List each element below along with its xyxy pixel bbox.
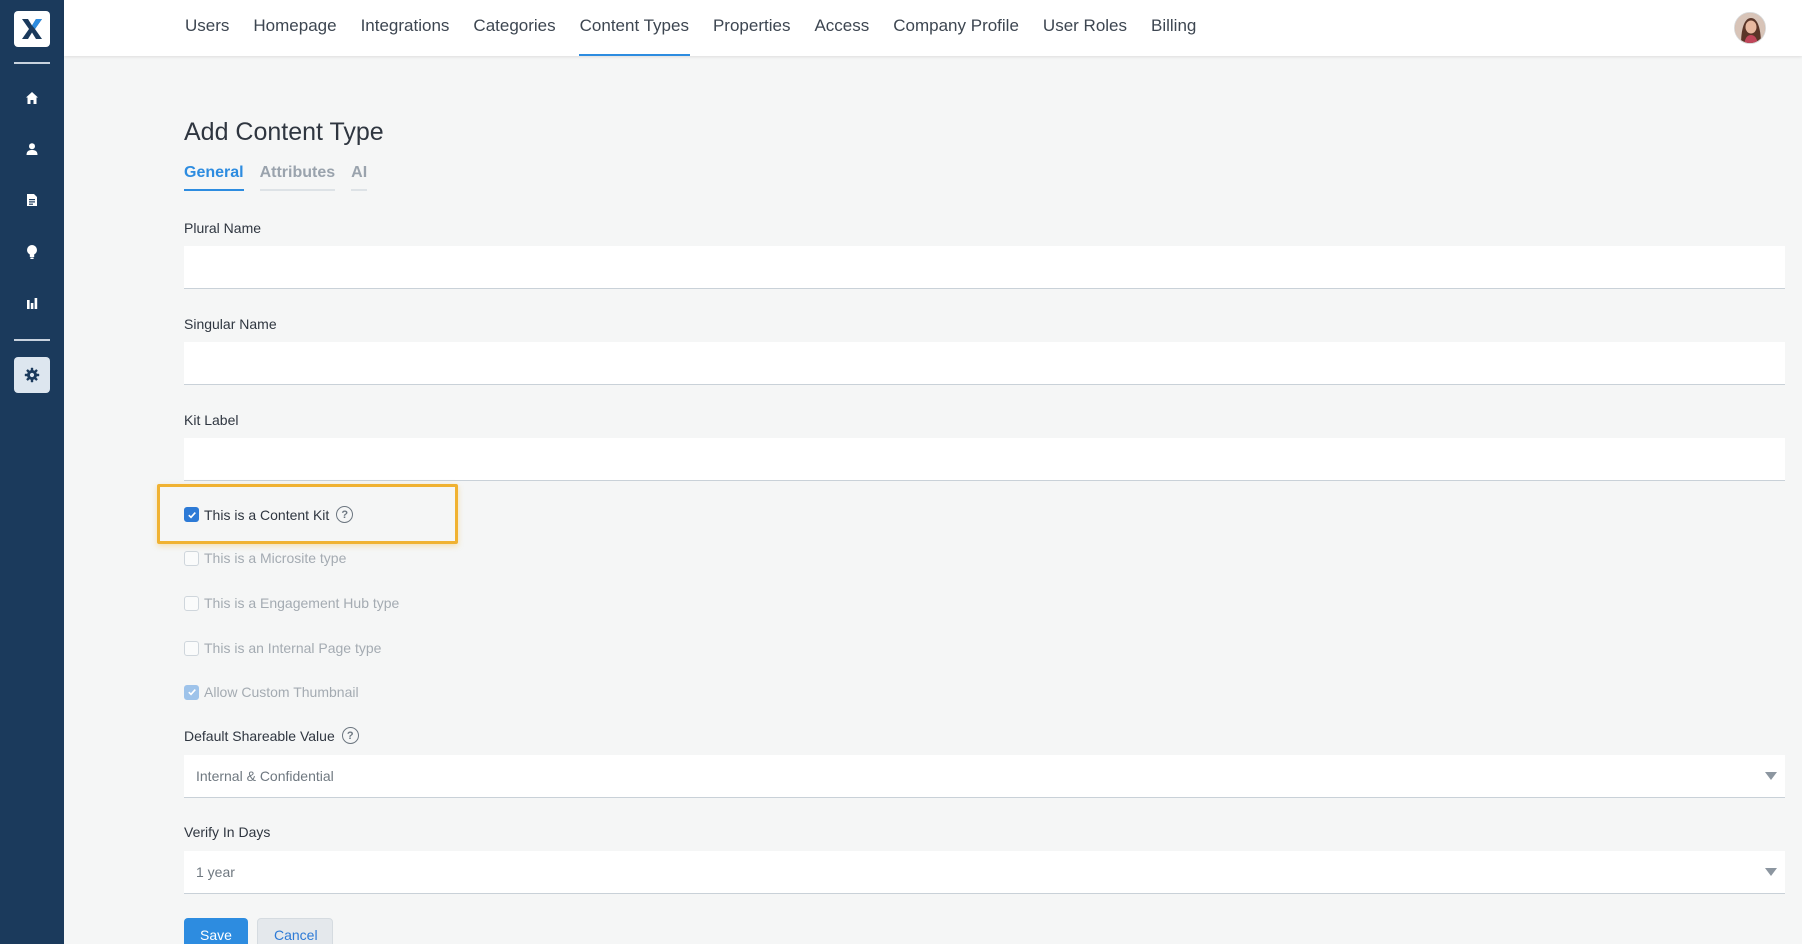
gear-icon — [24, 367, 40, 383]
plural-name-input[interactable] — [184, 246, 1785, 289]
default-shareable-value: Internal & Confidential — [196, 768, 334, 784]
nav-tab-homepage[interactable]: Homepage — [252, 0, 337, 56]
content-kit-checkbox-row[interactable]: This is a Content Kit ? — [184, 506, 354, 523]
kit-label-label: Kit Label — [184, 412, 239, 428]
nav-tab-company-profile[interactable]: Company Profile — [892, 0, 1020, 56]
internal-page-label: This is an Internal Page type — [204, 640, 382, 656]
brand-logo[interactable] — [14, 11, 50, 47]
verify-in-days-value: 1 year — [196, 864, 235, 880]
nav-tab-users[interactable]: Users — [184, 0, 230, 56]
nav-tab-properties[interactable]: Properties — [712, 0, 791, 56]
default-shareable-label: Default Shareable Value — [184, 727, 335, 744]
internal-page-checkbox-row[interactable]: This is an Internal Page type — [184, 640, 381, 656]
sidebar-item-settings[interactable] — [14, 357, 50, 393]
settings-nav: Users Homepage Integrations Categories C… — [184, 0, 1219, 56]
checkmark-icon — [187, 689, 196, 696]
custom-thumbnail-checkbox-row[interactable]: Allow Custom Thumbnail — [184, 684, 359, 700]
nav-tab-billing[interactable]: Billing — [1150, 0, 1197, 56]
custom-thumbnail-label: Allow Custom Thumbnail — [204, 684, 359, 700]
chevron-down-icon — [1765, 772, 1777, 780]
verify-in-days-select[interactable]: 1 year — [184, 851, 1785, 894]
sidebar-divider — [14, 339, 50, 341]
nav-tab-categories[interactable]: Categories — [472, 0, 556, 56]
sidebar-item-analytics[interactable] — [14, 285, 50, 321]
save-button[interactable]: Save — [184, 918, 248, 944]
document-icon — [27, 194, 37, 206]
internal-page-checkbox[interactable] — [184, 640, 199, 656]
microsite-checkbox[interactable] — [184, 550, 199, 566]
default-shareable-select[interactable]: Internal & Confidential — [184, 755, 1785, 798]
help-icon[interactable]: ? — [341, 727, 359, 744]
microsite-checkbox-row[interactable]: This is a Microsite type — [184, 550, 346, 566]
checkmark-icon — [187, 511, 196, 518]
content-kit-checkbox[interactable] — [184, 507, 199, 522]
singular-name-input[interactable] — [184, 342, 1785, 385]
plural-name-label: Plural Name — [184, 220, 262, 236]
top-navigation-bar: Users Homepage Integrations Categories C… — [64, 0, 1802, 56]
page-title: Add Content Type — [184, 118, 384, 146]
verify-in-days-label: Verify In Days — [184, 824, 271, 840]
engagement-hub-checkbox-row[interactable]: This is a Engagement Hub type — [184, 595, 399, 611]
tab-ai[interactable]: AI — [351, 164, 368, 191]
kit-label-input[interactable] — [184, 438, 1785, 481]
content-kit-label: This is a Content Kit — [204, 506, 330, 523]
home-icon — [26, 92, 38, 104]
sidebar-item-home[interactable] — [14, 80, 50, 116]
nav-tab-access[interactable]: Access — [813, 0, 870, 56]
form-tabs: General Attributes AI — [184, 164, 383, 191]
engagement-hub-checkbox[interactable] — [184, 595, 199, 611]
nav-tab-user-roles[interactable]: User Roles — [1042, 0, 1128, 56]
custom-thumbnail-checkbox[interactable] — [184, 684, 199, 700]
user-avatar[interactable] — [1734, 12, 1766, 44]
user-icon — [26, 143, 38, 155]
sidebar-divider — [14, 62, 50, 64]
help-icon[interactable]: ? — [336, 506, 354, 523]
cancel-button[interactable]: Cancel — [257, 918, 333, 944]
lightbulb-icon — [27, 245, 37, 259]
tab-attributes[interactable]: Attributes — [259, 164, 336, 191]
sidebar-item-content[interactable] — [14, 182, 50, 218]
avatar-photo — [1735, 13, 1765, 43]
sidebar — [0, 0, 64, 944]
nav-tab-content-types[interactable]: Content Types — [578, 0, 691, 56]
chevron-down-icon — [1765, 868, 1777, 876]
chart-icon — [27, 298, 38, 309]
sidebar-item-users[interactable] — [14, 131, 50, 167]
default-shareable-label-row: Default Shareable Value ? — [184, 727, 359, 744]
brand-x-icon — [22, 19, 42, 39]
microsite-label: This is a Microsite type — [204, 550, 347, 566]
singular-name-label: Singular Name — [184, 316, 277, 332]
engagement-hub-label: This is a Engagement Hub type — [204, 595, 400, 611]
sidebar-item-ideas[interactable] — [14, 234, 50, 270]
nav-tab-integrations[interactable]: Integrations — [360, 0, 451, 56]
tab-general[interactable]: General — [184, 164, 244, 191]
